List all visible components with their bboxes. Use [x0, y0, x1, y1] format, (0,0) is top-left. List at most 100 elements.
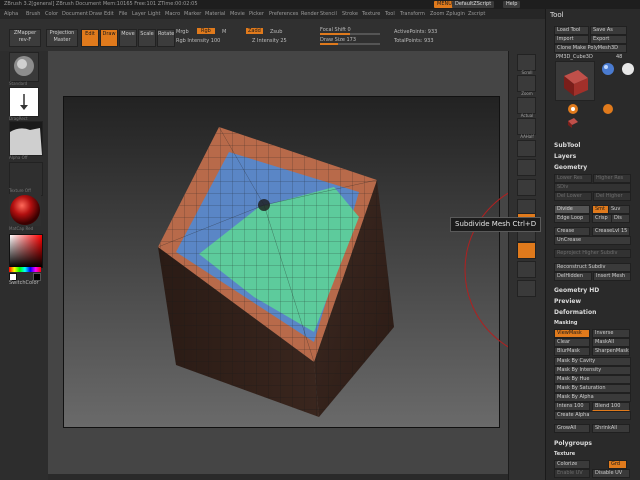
- del-higher-button[interactable]: Del Higher: [593, 192, 631, 201]
- scroll-icon[interactable]: [517, 54, 536, 71]
- m-toggle[interactable]: M: [222, 29, 226, 35]
- brush-thumbnail[interactable]: [9, 52, 39, 82]
- inverse-button[interactable]: Inverse: [592, 329, 630, 338]
- help-button[interactable]: Help: [503, 1, 521, 8]
- layers-section[interactable]: Layers: [554, 153, 576, 160]
- menu-item-preferences[interactable]: Preferences: [269, 11, 298, 17]
- masking-section[interactable]: Masking: [554, 320, 578, 326]
- clone-make-polymesh-button[interactable]: Clone Make PolyMesh3D: [554, 44, 627, 53]
- lower-res-button[interactable]: Lower Res: [554, 174, 592, 183]
- divide-button[interactable]: Divide: [554, 205, 590, 214]
- reproject-higher-subdiv-button[interactable]: Reproject Higher Subdiv: [554, 249, 631, 258]
- rotate-button[interactable]: Rotate: [157, 29, 175, 47]
- persp-icon[interactable]: [517, 140, 536, 157]
- export-button[interactable]: Export: [590, 35, 627, 44]
- menu-item-material[interactable]: Material: [205, 11, 225, 17]
- tool-thumb-4[interactable]: [565, 117, 581, 129]
- menu-item-light[interactable]: Light: [148, 11, 160, 17]
- scale-icon[interactable]: [517, 261, 536, 278]
- viewmask-toggle[interactable]: ViewMask: [554, 329, 590, 338]
- current-tool-thumbnail[interactable]: [555, 61, 595, 101]
- document-canvas[interactable]: [63, 96, 500, 428]
- insert-mesh-button[interactable]: Insert Mesh: [593, 272, 631, 281]
- zoom-icon[interactable]: [517, 75, 536, 92]
- menu-item-document[interactable]: Document: [62, 11, 88, 17]
- zsphere-thumbnail[interactable]: [620, 61, 636, 79]
- tool-thumb-3[interactable]: [600, 101, 616, 117]
- mask-by-hue-button[interactable]: Mask By Hue: [554, 375, 631, 384]
- menu-item-tool[interactable]: Tool: [385, 11, 395, 17]
- menu-item-texture[interactable]: Texture: [362, 11, 380, 17]
- scale-button[interactable]: Scale: [138, 29, 156, 47]
- aahalf-icon[interactable]: [517, 118, 536, 135]
- suv-toggle[interactable]: Suv: [608, 205, 630, 214]
- mrgb-toggle[interactable]: Mrgb: [176, 29, 189, 35]
- create-alpha-button[interactable]: Create Alpha: [554, 411, 631, 420]
- edge-loop-button[interactable]: Edge Loop: [554, 214, 590, 223]
- projection-master-button[interactable]: Projection Master: [46, 29, 78, 47]
- menu-item-draw[interactable]: Draw: [89, 11, 102, 17]
- rgb-toggle[interactable]: Rgb: [197, 28, 215, 34]
- dis-toggle[interactable]: Dis: [611, 214, 630, 223]
- z-intensity-slider[interactable]: Z Intensity 25: [252, 38, 287, 44]
- menu-item-zscript[interactable]: Zscript: [468, 11, 485, 17]
- reconstruct-subdiv-button[interactable]: Reconstruct Subdiv: [554, 263, 631, 272]
- subtool-section[interactable]: SubTool: [554, 142, 580, 149]
- grd-toggle[interactable]: Grd: [608, 460, 627, 469]
- focal-shift-track[interactable]: [320, 33, 380, 35]
- menu-item-file[interactable]: File: [119, 11, 127, 17]
- mask-by-saturation-button[interactable]: Mask By Saturation: [554, 384, 631, 393]
- draw-size-track[interactable]: [320, 43, 380, 45]
- default-zscript-button[interactable]: DefaultZScript: [452, 1, 495, 8]
- enable-uv-button[interactable]: Enable UV: [554, 469, 590, 478]
- menu-item-alpha[interactable]: Alpha: [4, 11, 18, 17]
- mask-by-cavity-button[interactable]: Mask By Cavity: [554, 357, 631, 366]
- geometry-section[interactable]: Geometry: [554, 164, 587, 171]
- move-icon[interactable]: [517, 242, 536, 259]
- crease-level-slider[interactable]: CreaseLvl 15: [592, 227, 630, 236]
- mask-blend-slider[interactable]: Blend 100: [592, 402, 630, 411]
- sphere3d-thumbnail[interactable]: [600, 61, 616, 79]
- grow-all-button[interactable]: GrowAll: [554, 424, 590, 433]
- load-tool-button[interactable]: Load Tool: [554, 26, 589, 35]
- rotate-icon[interactable]: [517, 280, 536, 297]
- edit-button[interactable]: Edit: [81, 29, 99, 47]
- menu-item-transform[interactable]: Transform: [400, 11, 425, 17]
- material-thumbnail[interactable]: [9, 194, 41, 226]
- stroke-thumbnail[interactable]: [9, 87, 39, 117]
- hue-strip[interactable]: [9, 267, 41, 272]
- menu-item-brush[interactable]: Brush: [26, 11, 40, 17]
- menu-item-zoom[interactable]: Zoom: [430, 11, 444, 17]
- smt-toggle[interactable]: Smt: [592, 205, 609, 214]
- zsub-toggle[interactable]: Zsub: [270, 29, 282, 35]
- sharpen-mask-button[interactable]: SharpenMask: [592, 347, 630, 356]
- import-button[interactable]: Import: [554, 35, 589, 44]
- crisp-toggle[interactable]: Crisp: [592, 214, 612, 223]
- color-picker[interactable]: [9, 234, 43, 268]
- shrink-all-button[interactable]: ShrinkAll: [592, 424, 630, 433]
- deformation-section[interactable]: Deformation: [554, 309, 596, 316]
- blur-mask-button[interactable]: BlurMask: [554, 347, 590, 356]
- draw-button[interactable]: Draw: [100, 29, 118, 47]
- menu-item-layer[interactable]: Layer: [132, 11, 146, 17]
- sdiv-slider[interactable]: SDiv: [554, 183, 631, 192]
- uncrease-button[interactable]: UnCrease: [554, 236, 631, 245]
- menu-item-stencil[interactable]: Stencil: [320, 11, 337, 17]
- save-as-button[interactable]: Save As: [590, 26, 627, 35]
- clear-mask-button[interactable]: Clear: [554, 338, 590, 347]
- preview-section[interactable]: Preview: [554, 298, 581, 305]
- alpha-thumbnail[interactable]: [9, 121, 43, 156]
- menu-item-zplugin[interactable]: Zplugin: [446, 11, 465, 17]
- menu-item-color[interactable]: Color: [45, 11, 58, 17]
- floor-icon[interactable]: [517, 159, 536, 176]
- tool-palette-header[interactable]: Tool: [550, 11, 564, 19]
- menu-item-marker[interactable]: Marker: [184, 11, 201, 17]
- mask-intensity-slider[interactable]: Intens 100: [554, 402, 590, 411]
- mask-all-button[interactable]: MaskAll: [592, 338, 630, 347]
- menu-item-movie[interactable]: Movie: [230, 11, 245, 17]
- menu-item-picker[interactable]: Picker: [249, 11, 264, 17]
- actual-icon[interactable]: [517, 97, 536, 114]
- crease-button[interactable]: Crease: [554, 227, 590, 236]
- local-icon[interactable]: [517, 179, 536, 196]
- menu-item-macro[interactable]: Macro: [165, 11, 180, 17]
